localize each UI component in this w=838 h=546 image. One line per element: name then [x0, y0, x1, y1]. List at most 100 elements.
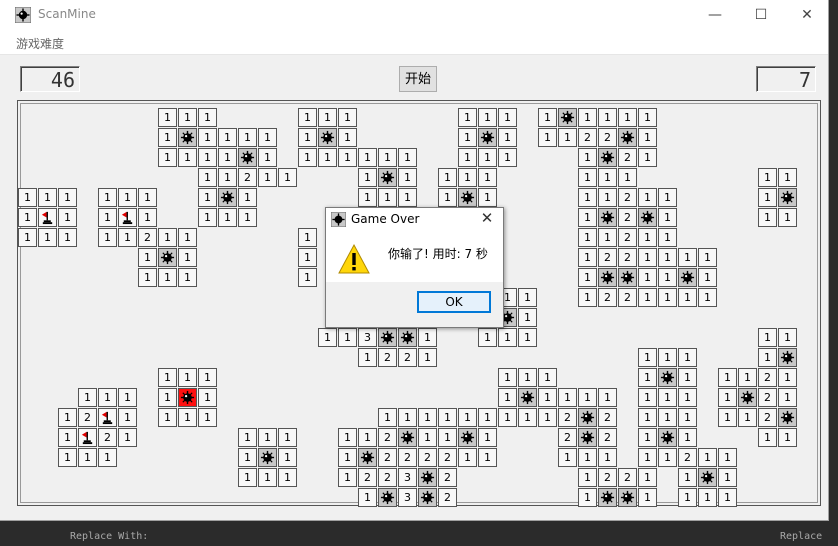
number-cell[interactable]: 1	[578, 148, 597, 167]
number-cell[interactable]: 1	[258, 428, 277, 447]
number-cell[interactable]: 1	[158, 148, 177, 167]
number-cell[interactable]: 1	[678, 468, 697, 487]
number-cell[interactable]: 1	[438, 188, 457, 207]
number-cell[interactable]: 1	[778, 208, 797, 227]
number-cell[interactable]: 1	[498, 128, 517, 147]
number-cell[interactable]: 1	[198, 208, 217, 227]
number-cell[interactable]: 1	[178, 368, 197, 387]
mine-cell[interactable]	[618, 268, 637, 287]
number-cell[interactable]: 1	[458, 448, 477, 467]
number-cell[interactable]: 1	[238, 448, 257, 467]
number-cell[interactable]: 2	[618, 468, 637, 487]
mine-cell[interactable]	[618, 128, 637, 147]
number-cell[interactable]: 1	[758, 348, 777, 367]
number-cell[interactable]: 1	[378, 408, 397, 427]
number-cell[interactable]: 1	[638, 228, 657, 247]
number-cell[interactable]: 1	[498, 108, 517, 127]
number-cell[interactable]: 1	[338, 128, 357, 147]
number-cell[interactable]: 1	[198, 188, 217, 207]
number-cell[interactable]: 1	[118, 188, 137, 207]
number-cell[interactable]: 1	[638, 288, 657, 307]
mine-cell[interactable]	[398, 328, 417, 347]
mine-cell[interactable]	[378, 168, 397, 187]
number-cell[interactable]: 1	[458, 128, 477, 147]
mine-cell[interactable]	[178, 128, 197, 147]
number-cell[interactable]: 2	[378, 468, 397, 487]
number-cell[interactable]: 1	[398, 168, 417, 187]
number-cell[interactable]: 2	[598, 428, 617, 447]
number-cell[interactable]: 1	[478, 108, 497, 127]
minimize-button[interactable]: —	[692, 0, 738, 30]
number-cell[interactable]: 2	[558, 408, 577, 427]
number-cell[interactable]: 1	[638, 448, 657, 467]
number-cell[interactable]: 1	[778, 388, 797, 407]
mine-cell[interactable]	[158, 248, 177, 267]
mine-cell[interactable]	[358, 448, 377, 467]
number-cell[interactable]: 1	[638, 348, 657, 367]
number-cell[interactable]: 1	[218, 208, 237, 227]
number-cell[interactable]: 1	[158, 228, 177, 247]
number-cell[interactable]: 1	[498, 388, 517, 407]
number-cell[interactable]: 1	[158, 368, 177, 387]
number-cell[interactable]: 1	[638, 428, 657, 447]
number-cell[interactable]: 1	[138, 248, 157, 267]
number-cell[interactable]: 1	[478, 448, 497, 467]
number-cell[interactable]: 1	[338, 108, 357, 127]
number-cell[interactable]: 1	[678, 348, 697, 367]
number-cell[interactable]: 1	[698, 248, 717, 267]
number-cell[interactable]: 1	[98, 228, 117, 247]
number-cell[interactable]: 2	[758, 368, 777, 387]
number-cell[interactable]: 1	[238, 468, 257, 487]
number-cell[interactable]: 1	[678, 428, 697, 447]
number-cell[interactable]: 1	[198, 408, 217, 427]
mine-cell[interactable]	[658, 428, 677, 447]
number-cell[interactable]: 1	[78, 388, 97, 407]
number-cell[interactable]: 1	[518, 328, 537, 347]
number-cell[interactable]: 1	[278, 428, 297, 447]
number-cell[interactable]: 1	[38, 188, 57, 207]
number-cell[interactable]: 1	[578, 268, 597, 287]
number-cell[interactable]: 1	[458, 148, 477, 167]
number-cell[interactable]: 1	[338, 468, 357, 487]
number-cell[interactable]: 1	[438, 168, 457, 187]
number-cell[interactable]: 1	[358, 488, 377, 507]
number-cell[interactable]: 1	[478, 408, 497, 427]
number-cell[interactable]: 1	[78, 448, 97, 467]
dialog-close-button[interactable]: ✕	[477, 209, 497, 227]
number-cell[interactable]: 2	[98, 428, 117, 447]
number-cell[interactable]: 1	[598, 168, 617, 187]
number-cell[interactable]: 1	[118, 428, 137, 447]
number-cell[interactable]: 1	[578, 188, 597, 207]
number-cell[interactable]: 1	[698, 288, 717, 307]
number-cell[interactable]: 2	[618, 288, 637, 307]
number-cell[interactable]: 1	[578, 488, 597, 507]
number-cell[interactable]: 1	[638, 268, 657, 287]
number-cell[interactable]: 2	[438, 468, 457, 487]
number-cell[interactable]: 2	[238, 168, 257, 187]
number-cell[interactable]: 2	[438, 488, 457, 507]
number-cell[interactable]: 1	[218, 148, 237, 167]
number-cell[interactable]: 1	[538, 388, 557, 407]
number-cell[interactable]: 1	[638, 248, 657, 267]
flag-cell[interactable]	[98, 408, 117, 427]
number-cell[interactable]: 1	[478, 148, 497, 167]
number-cell[interactable]: 1	[458, 108, 477, 127]
number-cell[interactable]: 2	[758, 388, 777, 407]
number-cell[interactable]: 1	[198, 368, 217, 387]
number-cell[interactable]: 1	[498, 408, 517, 427]
number-cell[interactable]: 1	[138, 268, 157, 287]
number-cell[interactable]: 1	[638, 388, 657, 407]
number-cell[interactable]: 2	[398, 348, 417, 367]
number-cell[interactable]: 1	[18, 228, 37, 247]
number-cell[interactable]: 1	[658, 348, 677, 367]
number-cell[interactable]: 1	[438, 408, 457, 427]
number-cell[interactable]: 1	[538, 108, 557, 127]
number-cell[interactable]: 1	[38, 228, 57, 247]
number-cell[interactable]: 1	[178, 268, 197, 287]
number-cell[interactable]: 1	[158, 388, 177, 407]
exploded-mine-cell[interactable]	[178, 388, 197, 407]
number-cell[interactable]: 1	[518, 408, 537, 427]
mine-cell[interactable]	[458, 428, 477, 447]
number-cell[interactable]: 1	[198, 168, 217, 187]
number-cell[interactable]: 2	[578, 128, 597, 147]
